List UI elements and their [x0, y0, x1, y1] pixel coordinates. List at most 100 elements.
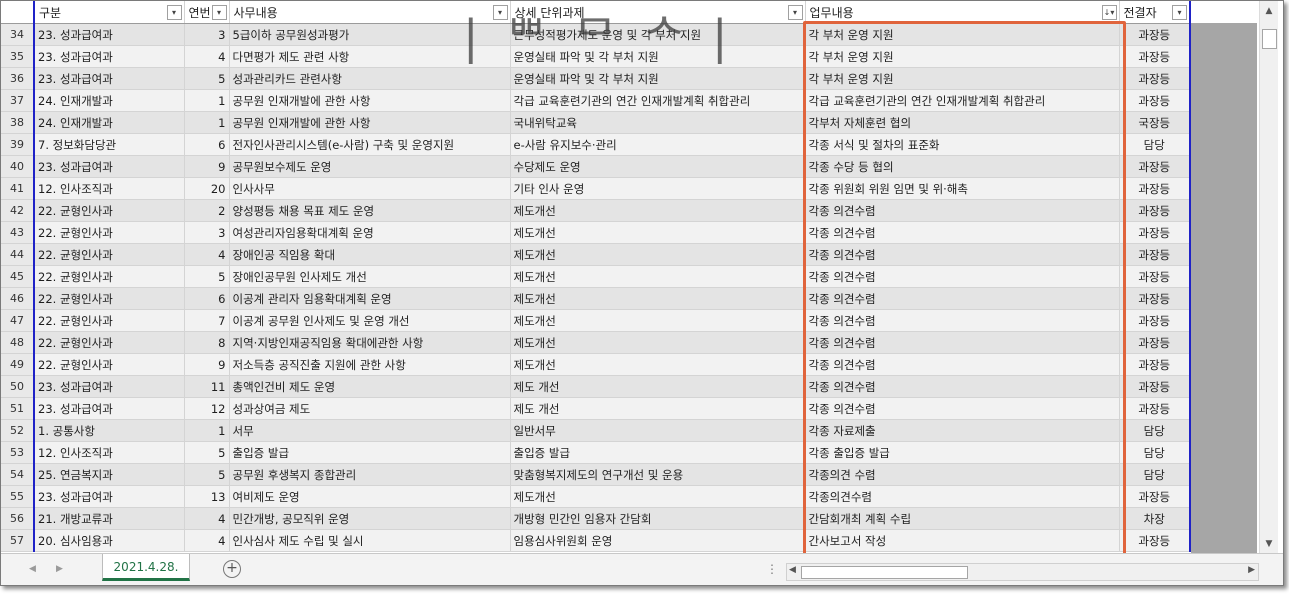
cell-approver[interactable]: 담당	[1119, 419, 1191, 442]
table-row[interactable]: 49 22. 균형인사과 9 저소득층 공직진출 지원에 관한 사항 제도개선 각종 의견…	[1, 353, 1191, 376]
cell-detail-task[interactable]: 제도개선	[510, 287, 806, 310]
cell-division[interactable]: 20. 심사임용과	[33, 529, 185, 552]
cell-division[interactable]: 23. 성과급여과	[33, 23, 185, 46]
cell-division[interactable]: 22. 균형인사과	[33, 309, 185, 332]
cell-task[interactable]: 양성평등 채용 목표 제도 운영	[229, 199, 511, 222]
table-row[interactable]: 35 23. 성과급여과 4 다면평가 제도 관련 사항 운영실태 파악 및 각 부처 …	[1, 45, 1191, 68]
cell-work-content[interactable]: 각부처 자체훈련 협의	[805, 111, 1120, 134]
row-number[interactable]: 55	[1, 485, 35, 508]
cell-division[interactable]: 23. 성과급여과	[33, 155, 185, 178]
table-row[interactable]: 57 20. 심사임용과 4 인사심사 제도 수립 및 실시 임용심사위원회 운영 간사보…	[1, 529, 1191, 552]
table-row[interactable]: 40 23. 성과급여과 9 공무원보수제도 운영 수당제도 운영 각종 수당 등 협의 과…	[1, 155, 1191, 178]
cell-task[interactable]: 다면평가 제도 관련 사항	[229, 45, 511, 68]
table-row[interactable]: 39 7. 정보화담당관 6 전자인사관리시스템(e-사람) 구축 및 운영지원 e-사…	[1, 133, 1191, 156]
cell-division[interactable]: 12. 인사조직과	[33, 441, 185, 464]
cell-task[interactable]: 장애인공무원 인사제도 개선	[229, 265, 511, 288]
sort-filter-icon[interactable]: ↓▾	[1101, 5, 1117, 20]
cell-approver[interactable]: 과장등	[1119, 67, 1191, 90]
cell-approver[interactable]: 과장등	[1119, 353, 1191, 376]
row-number[interactable]: 37	[1, 89, 35, 112]
filter-dropdown-icon[interactable]: ▾	[211, 5, 227, 20]
cell-work-content[interactable]: 각종 의견수렴	[805, 221, 1120, 244]
filter-dropdown-icon[interactable]: ▾	[787, 5, 803, 20]
row-number[interactable]: 35	[1, 45, 35, 68]
cell-serial[interactable]: 12	[184, 397, 230, 420]
table-row[interactable]: 37 24. 인재개발과 1 공무원 인재개발에 관한 사항 각급 교육훈련기관의 연간…	[1, 89, 1191, 112]
cell-serial[interactable]: 11	[184, 375, 230, 398]
cell-task[interactable]: 성과관리카드 관련사항	[229, 67, 511, 90]
cell-work-content[interactable]: 각종 출입증 발급	[805, 441, 1120, 464]
table-row[interactable]: 54 25. 연금복지과 5 공무원 후생복지 종합관리 맞춤형복지제도의 연구개선 및…	[1, 463, 1191, 486]
cell-serial[interactable]: 4	[184, 45, 230, 68]
cell-serial[interactable]: 5	[184, 265, 230, 288]
cell-task[interactable]: 출입증 발급	[229, 441, 511, 464]
row-number[interactable]: 57	[1, 529, 35, 552]
table-row[interactable]: 52 1. 공통사항 1 서무 일반서무 각종 자료제출 담당	[1, 419, 1191, 442]
table-row[interactable]: 55 23. 성과급여과 13 여비제도 운영 제도개선 각종의견수렴 과장등	[1, 485, 1191, 508]
row-number[interactable]: 46	[1, 287, 35, 310]
cell-serial[interactable]: 1	[184, 89, 230, 112]
cell-approver[interactable]: 과장등	[1119, 265, 1191, 288]
cell-approver[interactable]: 과장등	[1119, 331, 1191, 354]
row-number[interactable]: 41	[1, 177, 35, 200]
table-row[interactable]: 36 23. 성과급여과 5 성과관리카드 관련사항 운영실태 파악 및 각 부처 지원…	[1, 67, 1191, 90]
cell-detail-task[interactable]: 운영실태 파악 및 각 부처 지원	[510, 67, 806, 90]
cell-task[interactable]: 이공계 공무원 인사제도 및 운영 개선	[229, 309, 511, 332]
cell-work-content[interactable]: 각종 의견수렴	[805, 331, 1120, 354]
cell-detail-task[interactable]: 국내위탁교육	[510, 111, 806, 134]
cell-approver[interactable]: 과장등	[1119, 243, 1191, 266]
header-serial[interactable]: 연번 ▾	[184, 1, 230, 24]
row-number[interactable]: 38	[1, 111, 35, 134]
cell-task[interactable]: 이공계 관리자 임용확대계획 운영	[229, 287, 511, 310]
cell-division[interactable]: 22. 균형인사과	[33, 287, 185, 310]
cell-serial[interactable]: 4	[184, 529, 230, 552]
cell-serial[interactable]: 1	[184, 111, 230, 134]
cell-approver[interactable]: 과장등	[1119, 529, 1191, 552]
header-detail-task[interactable]: 상세 단위과제 ▾	[510, 1, 806, 24]
cell-division[interactable]: 21. 개방교류과	[33, 507, 185, 530]
row-number[interactable]: 51	[1, 397, 35, 420]
cell-approver[interactable]: 과장등	[1119, 199, 1191, 222]
cell-division[interactable]: 1. 공통사항	[33, 419, 185, 442]
table-row[interactable]: 51 23. 성과급여과 12 성과상여금 제도 제도 개선 각종 의견수렴 과장등	[1, 397, 1191, 420]
cell-division[interactable]: 22. 균형인사과	[33, 353, 185, 376]
cell-approver[interactable]: 과장등	[1119, 89, 1191, 112]
cell-work-content[interactable]: 각종의견 수렴	[805, 463, 1120, 486]
scroll-down-icon[interactable]: ▼	[1263, 538, 1275, 550]
cell-serial[interactable]: 9	[184, 155, 230, 178]
cell-division[interactable]: 12. 인사조직과	[33, 177, 185, 200]
row-number[interactable]: 47	[1, 309, 35, 332]
cell-work-content[interactable]: 각종 수당 등 협의	[805, 155, 1120, 178]
cell-approver[interactable]: 과장등	[1119, 177, 1191, 200]
header-approver[interactable]: 전결자 ▾	[1119, 1, 1191, 24]
cell-task[interactable]: 성과상여금 제도	[229, 397, 511, 420]
row-number[interactable]: 36	[1, 67, 35, 90]
cell-work-content[interactable]: 각종 의견수렴	[805, 397, 1120, 420]
row-number[interactable]: 34	[1, 23, 35, 46]
cell-division[interactable]: 23. 성과급여과	[33, 67, 185, 90]
cell-detail-task[interactable]: 맞춤형복지제도의 연구개선 및 운용	[510, 463, 806, 486]
table-row[interactable]: 38 24. 인재개발과 1 공무원 인재개발에 관한 사항 국내위탁교육 각부처 자체훈…	[1, 111, 1191, 134]
row-number[interactable]: 52	[1, 419, 35, 442]
cell-task[interactable]: 공무원 후생복지 종합관리	[229, 463, 511, 486]
sheet-nav-next-icon[interactable]: ▶	[56, 564, 63, 574]
cell-task[interactable]: 여비제도 운영	[229, 485, 511, 508]
header-work-content[interactable]: 업무내용 ↓▾	[805, 1, 1120, 24]
cell-detail-task[interactable]: 근무성적평가제도 운영 및 각 부처 지원	[510, 23, 806, 46]
cell-division[interactable]: 23. 성과급여과	[33, 375, 185, 398]
cell-serial[interactable]: 5	[184, 441, 230, 464]
cell-detail-task[interactable]: 제도개선	[510, 485, 806, 508]
splitter-dots-icon[interactable]: ⋮	[766, 562, 778, 576]
cell-detail-task[interactable]: 출입증 발급	[510, 441, 806, 464]
cell-work-content[interactable]: 각종 의견수렴	[805, 287, 1120, 310]
cell-approver[interactable]: 과장등	[1119, 221, 1191, 244]
cell-work-content[interactable]: 간담회개최 계획 수립	[805, 507, 1120, 530]
cell-detail-task[interactable]: 운영실태 파악 및 각 부처 지원	[510, 45, 806, 68]
cell-work-content[interactable]: 각종 서식 및 절차의 표준화	[805, 133, 1120, 156]
row-number[interactable]: 53	[1, 441, 35, 464]
cell-task[interactable]: 인사심사 제도 수립 및 실시	[229, 529, 511, 552]
cell-detail-task[interactable]: 제도개선	[510, 199, 806, 222]
cell-serial[interactable]: 6	[184, 287, 230, 310]
table-row[interactable]: 45 22. 균형인사과 5 장애인공무원 인사제도 개선 제도개선 각종 의견수렴 과장등	[1, 265, 1191, 288]
cell-division[interactable]: 22. 균형인사과	[33, 265, 185, 288]
